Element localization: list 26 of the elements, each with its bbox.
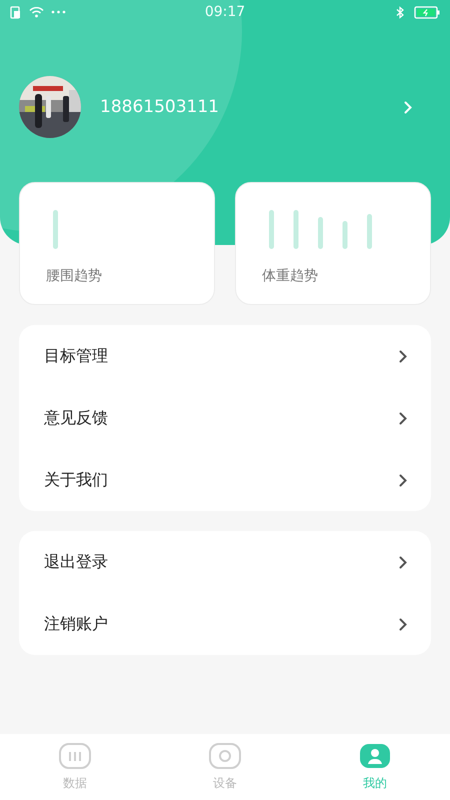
card-title: 体重趋势 — [262, 267, 319, 285]
bar-chart-icon — [58, 742, 92, 770]
menu-row[interactable]: 关于我们 — [19, 449, 431, 511]
bar-sparkline-drawing — [53, 209, 58, 249]
chevron-right-icon — [404, 100, 412, 114]
trend-card[interactable]: 体重趋势 — [235, 182, 431, 305]
menu-row[interactable]: 目标管理 — [19, 325, 431, 387]
trend-card[interactable]: 腰围趋势 — [19, 182, 215, 305]
bluetooth-icon — [396, 6, 404, 18]
chevron-right-icon — [399, 618, 407, 630]
menu-row[interactable]: 退出登录 — [19, 531, 431, 593]
battery-icon — [414, 6, 440, 18]
phone-number: 18861503111 — [100, 97, 220, 117]
wifi-icon — [29, 6, 44, 18]
device-icon — [208, 742, 242, 770]
chevron-right-icon — [399, 556, 407, 568]
chevron-right-icon — [399, 350, 407, 362]
menu-row[interactable]: 注销账户 — [19, 593, 431, 655]
status-time: 09:17 — [204, 4, 246, 20]
user-icon — [358, 742, 392, 770]
sim-card-icon — [10, 6, 22, 18]
menu-row[interactable]: 意见反馈 — [19, 387, 431, 449]
more-dots-icon — [51, 10, 66, 14]
chevron-right-icon — [399, 474, 407, 486]
chevron-right-icon — [399, 412, 407, 424]
card-title: 腰围趋势 — [46, 267, 103, 285]
